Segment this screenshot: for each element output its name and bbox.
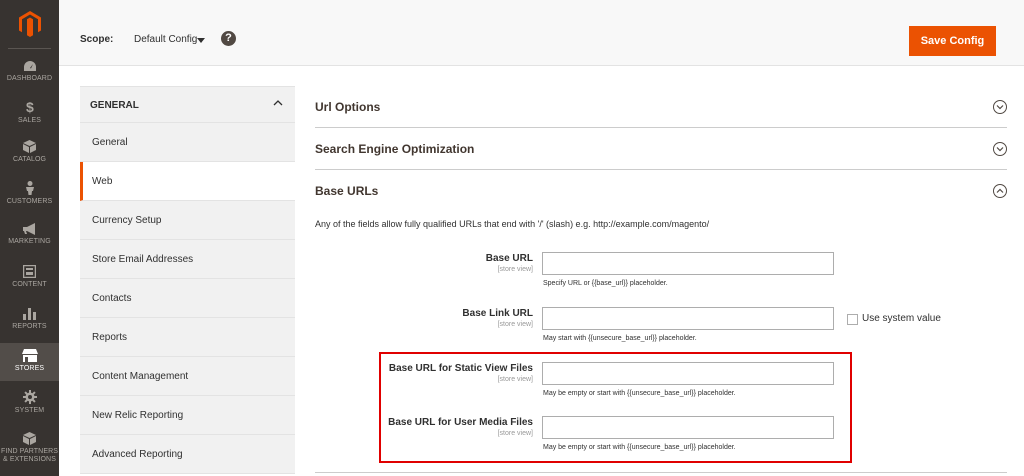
content-icon — [23, 265, 36, 278]
dashboard-icon — [23, 61, 36, 71]
store-icon — [21, 349, 38, 362]
magento-logo[interactable] — [0, 0, 59, 48]
config-tab-label: Contacts — [92, 293, 132, 304]
nav-catalog[interactable]: CATALOG — [0, 140, 59, 170]
nav-catalog-label: CATALOG — [12, 156, 47, 163]
highlight-box — [379, 352, 852, 463]
use-system-value-label[interactable]: Use system value — [862, 313, 941, 324]
nav-sales-label: SALES — [17, 117, 42, 124]
field-scope: [store view] — [497, 321, 533, 328]
nav-marketing[interactable]: MARKETING — [0, 223, 59, 253]
nav-dashboard-label: DASHBOARD — [6, 75, 53, 82]
nav-system-label: SYSTEM — [14, 407, 45, 414]
section-title: Base URLs — [315, 184, 379, 198]
nav-stores[interactable]: STORES — [0, 343, 59, 381]
nav-customers-label: CUSTOMERS — [6, 198, 53, 205]
field-note: Specify URL or {{base_url}} placeholder. — [543, 280, 668, 287]
nav-find-partners-label: FIND PARTNERS — [0, 448, 59, 455]
chevron-down-icon[interactable] — [197, 38, 205, 43]
nav-marketing-label: MARKETING — [8, 238, 51, 245]
config-tab-store-email-addresses[interactable]: Store Email Addresses — [80, 240, 295, 279]
chevron-up-icon — [273, 100, 283, 106]
dollar-icon: $ — [26, 100, 34, 114]
config-tab-label: Reports — [92, 332, 128, 343]
config-tab-label: New Relic Reporting — [92, 410, 184, 421]
box-icon — [23, 140, 36, 153]
config-tab-reports[interactable]: Reports — [80, 318, 295, 357]
logo-divider — [8, 48, 51, 49]
section-base-urls[interactable]: Base URLs — [315, 170, 1007, 212]
config-tab-label: Store Email Addresses — [92, 254, 194, 265]
nav-customers[interactable]: CUSTOMERS — [0, 181, 59, 211]
nav-content[interactable]: CONTENT — [0, 265, 59, 295]
help-icon[interactable]: ? — [221, 31, 236, 46]
config-tab-general[interactable]: General — [80, 123, 295, 162]
config-tab-web[interactable]: Web — [80, 162, 295, 201]
bar-chart-icon — [23, 308, 36, 320]
config-tab-currency-setup[interactable]: Currency Setup — [80, 201, 295, 240]
magento-logo-icon — [18, 11, 41, 37]
megaphone-icon — [22, 223, 35, 235]
nav-find-partners-label-2: & EXTENSIONS — [3, 456, 56, 463]
nav-reports[interactable]: REPORTS — [0, 306, 59, 336]
nav-content-label: CONTENT — [12, 281, 47, 288]
collapse-toggle-icon[interactable] — [993, 184, 1007, 198]
expand-toggle-icon[interactable] — [993, 100, 1007, 114]
config-tab-new-relic-reporting[interactable]: New Relic Reporting — [80, 396, 295, 435]
config-tab-label: Content Management — [92, 371, 189, 382]
nav-sales[interactable]: $ SALES — [0, 100, 59, 130]
nav-reports-label: REPORTS — [12, 323, 47, 330]
config-tab-content-management[interactable]: Content Management — [80, 357, 295, 396]
section-url-options[interactable]: Url Options — [315, 86, 1007, 128]
config-sections: Url Options Search Engine Optimization B… — [315, 86, 1007, 212]
config-tabs-general-header[interactable]: GENERAL — [80, 86, 295, 123]
field-scope: [store view] — [497, 266, 533, 273]
gear-icon — [22, 390, 37, 404]
scope-select[interactable]: Default Config — [134, 34, 197, 45]
section-title: Search Engine Optimization — [315, 142, 475, 156]
field-label: Base Link URL — [462, 308, 533, 319]
config-tab-label: Advanced Reporting — [92, 449, 183, 460]
nav-system[interactable]: SYSTEM — [0, 390, 59, 420]
scope-label: Scope: — [80, 34, 114, 45]
config-tab-label: General — [92, 137, 128, 148]
base-urls-description: Any of the fields allow fully qualified … — [315, 219, 710, 229]
field-note: May start with {{unsecure_base_url}} pla… — [543, 335, 697, 342]
config-tabs-heading: GENERAL — [90, 100, 139, 111]
config-tab-label: Currency Setup — [92, 215, 162, 226]
cube-icon — [23, 432, 36, 445]
field-label: Base URL — [485, 253, 533, 264]
nav-dashboard[interactable]: DASHBOARD — [0, 60, 59, 90]
use-system-value-checkbox[interactable] — [847, 314, 858, 325]
config-tab-advanced-reporting[interactable]: Advanced Reporting — [80, 435, 295, 474]
save-config-button[interactable]: Save Config — [909, 26, 996, 56]
scope-bar: Scope: Default Config ? Save Config — [59, 0, 1024, 66]
base-url-input[interactable] — [542, 252, 834, 275]
config-tab-contacts[interactable]: Contacts — [80, 279, 295, 318]
nav-find-partners[interactable]: FIND PARTNERS & EXTENSIONS — [0, 432, 59, 472]
section-title: Url Options — [315, 100, 381, 114]
section-divider — [315, 472, 1007, 473]
admin-sidebar: DASHBOARD $ SALES CATALOG CUSTOMERS MARK… — [0, 0, 59, 476]
nav-stores-label: STORES — [14, 365, 45, 372]
svg-text:$: $ — [26, 100, 34, 114]
person-icon — [25, 181, 34, 195]
section-search-engine-optimization[interactable]: Search Engine Optimization — [315, 128, 1007, 170]
base-link-url-input[interactable] — [542, 307, 834, 330]
config-tabs: GENERAL General Web Currency Setup Store… — [80, 86, 295, 474]
config-tab-label: Web — [92, 176, 113, 187]
expand-toggle-icon[interactable] — [993, 142, 1007, 156]
